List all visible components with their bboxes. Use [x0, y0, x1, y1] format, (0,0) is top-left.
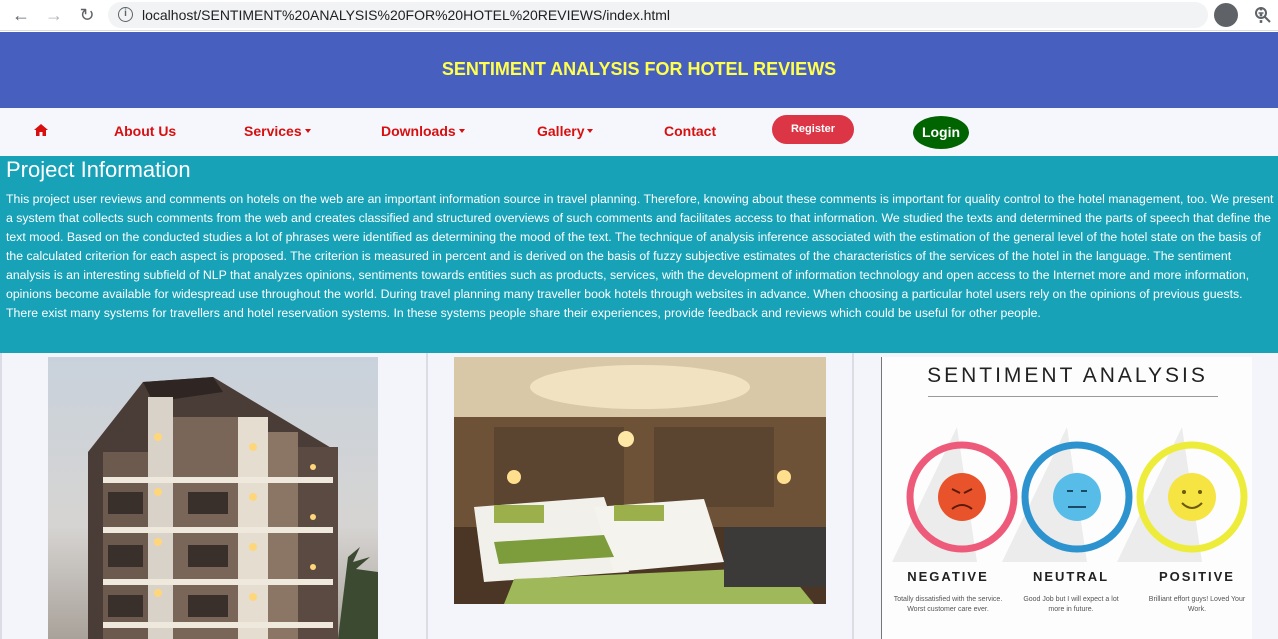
forward-arrow-icon[interactable]: →: [42, 3, 66, 27]
negative-label: NEGATIVE: [907, 569, 989, 584]
sentiment-analysis-graphic: SENTIMENT ANALYSIS NEGATIVE NEUTRAL POSI…: [881, 357, 1252, 639]
info-icon[interactable]: i: [118, 7, 133, 22]
login-button[interactable]: Login: [913, 116, 969, 149]
column-divider: [426, 353, 428, 639]
positive-description: Brilliant effort guys! Loved Your Work.: [1148, 596, 1246, 613]
project-info-section: Project Information This project user re…: [0, 156, 1278, 353]
nav-services[interactable]: Services: [244, 123, 311, 139]
nav-services-label: Services: [244, 123, 302, 139]
nav-contact[interactable]: Contact: [664, 123, 716, 139]
title-underline: [928, 396, 1218, 397]
nav-gallery[interactable]: Gallery: [537, 123, 594, 139]
sentiment-faces: [892, 427, 1248, 562]
sentiment-graphic-title: SENTIMENT ANALYSIS: [927, 364, 1208, 387]
site-title: SENTIMENT ANALYSIS FOR HOTEL REVIEWS: [441, 59, 837, 79]
hotel-room-image: [454, 357, 826, 604]
hotel-building-image: [48, 357, 378, 639]
column-divider: [852, 353, 854, 639]
project-heading: Project Information: [6, 157, 191, 182]
account-avatar-icon[interactable]: [1214, 3, 1238, 27]
caret-down-icon: [587, 128, 594, 133]
site-banner: SENTIMENT ANALYSIS FOR HOTEL REVIEWS: [0, 32, 1278, 108]
address-bar[interactable]: i localhost/SENTIMENT%20ANALYSIS%20FOR%2…: [108, 2, 1271, 28]
home-icon[interactable]: [34, 124, 48, 136]
neutral-description: Good Job but I will expect a lot more in…: [1023, 596, 1119, 613]
nav-downloads[interactable]: Downloads: [381, 123, 465, 139]
project-description: This project user reviews and comments o…: [6, 192, 1274, 320]
caret-down-icon: [304, 128, 311, 133]
browser-toolbar: ← → ↻ i localhost/SENTIMENT%20ANALYSIS%2…: [0, 0, 1278, 31]
neutral-label: NEUTRAL: [1032, 569, 1110, 584]
nav-downloads-label: Downloads: [381, 123, 456, 139]
negative-description: Totally dissatisfied with the service. W…: [893, 596, 1003, 613]
caret-down-icon: [458, 128, 465, 133]
nav-about-us[interactable]: About Us: [114, 123, 176, 139]
column-divider: [0, 353, 2, 639]
back-arrow-icon[interactable]: ←: [9, 3, 33, 27]
register-button[interactable]: Register: [772, 115, 854, 144]
url-text[interactable]: localhost/SENTIMENT%20ANALYSIS%20FOR%20H…: [142, 7, 670, 23]
menu-kebab-icon[interactable]: ⋮: [1252, 2, 1270, 28]
nav-gallery-label: Gallery: [537, 123, 585, 139]
positive-label: POSITIVE: [1159, 569, 1235, 584]
main-navbar: About Us Services Downloads Gallery Cont…: [0, 108, 1278, 156]
reload-icon[interactable]: ↻: [75, 3, 99, 27]
